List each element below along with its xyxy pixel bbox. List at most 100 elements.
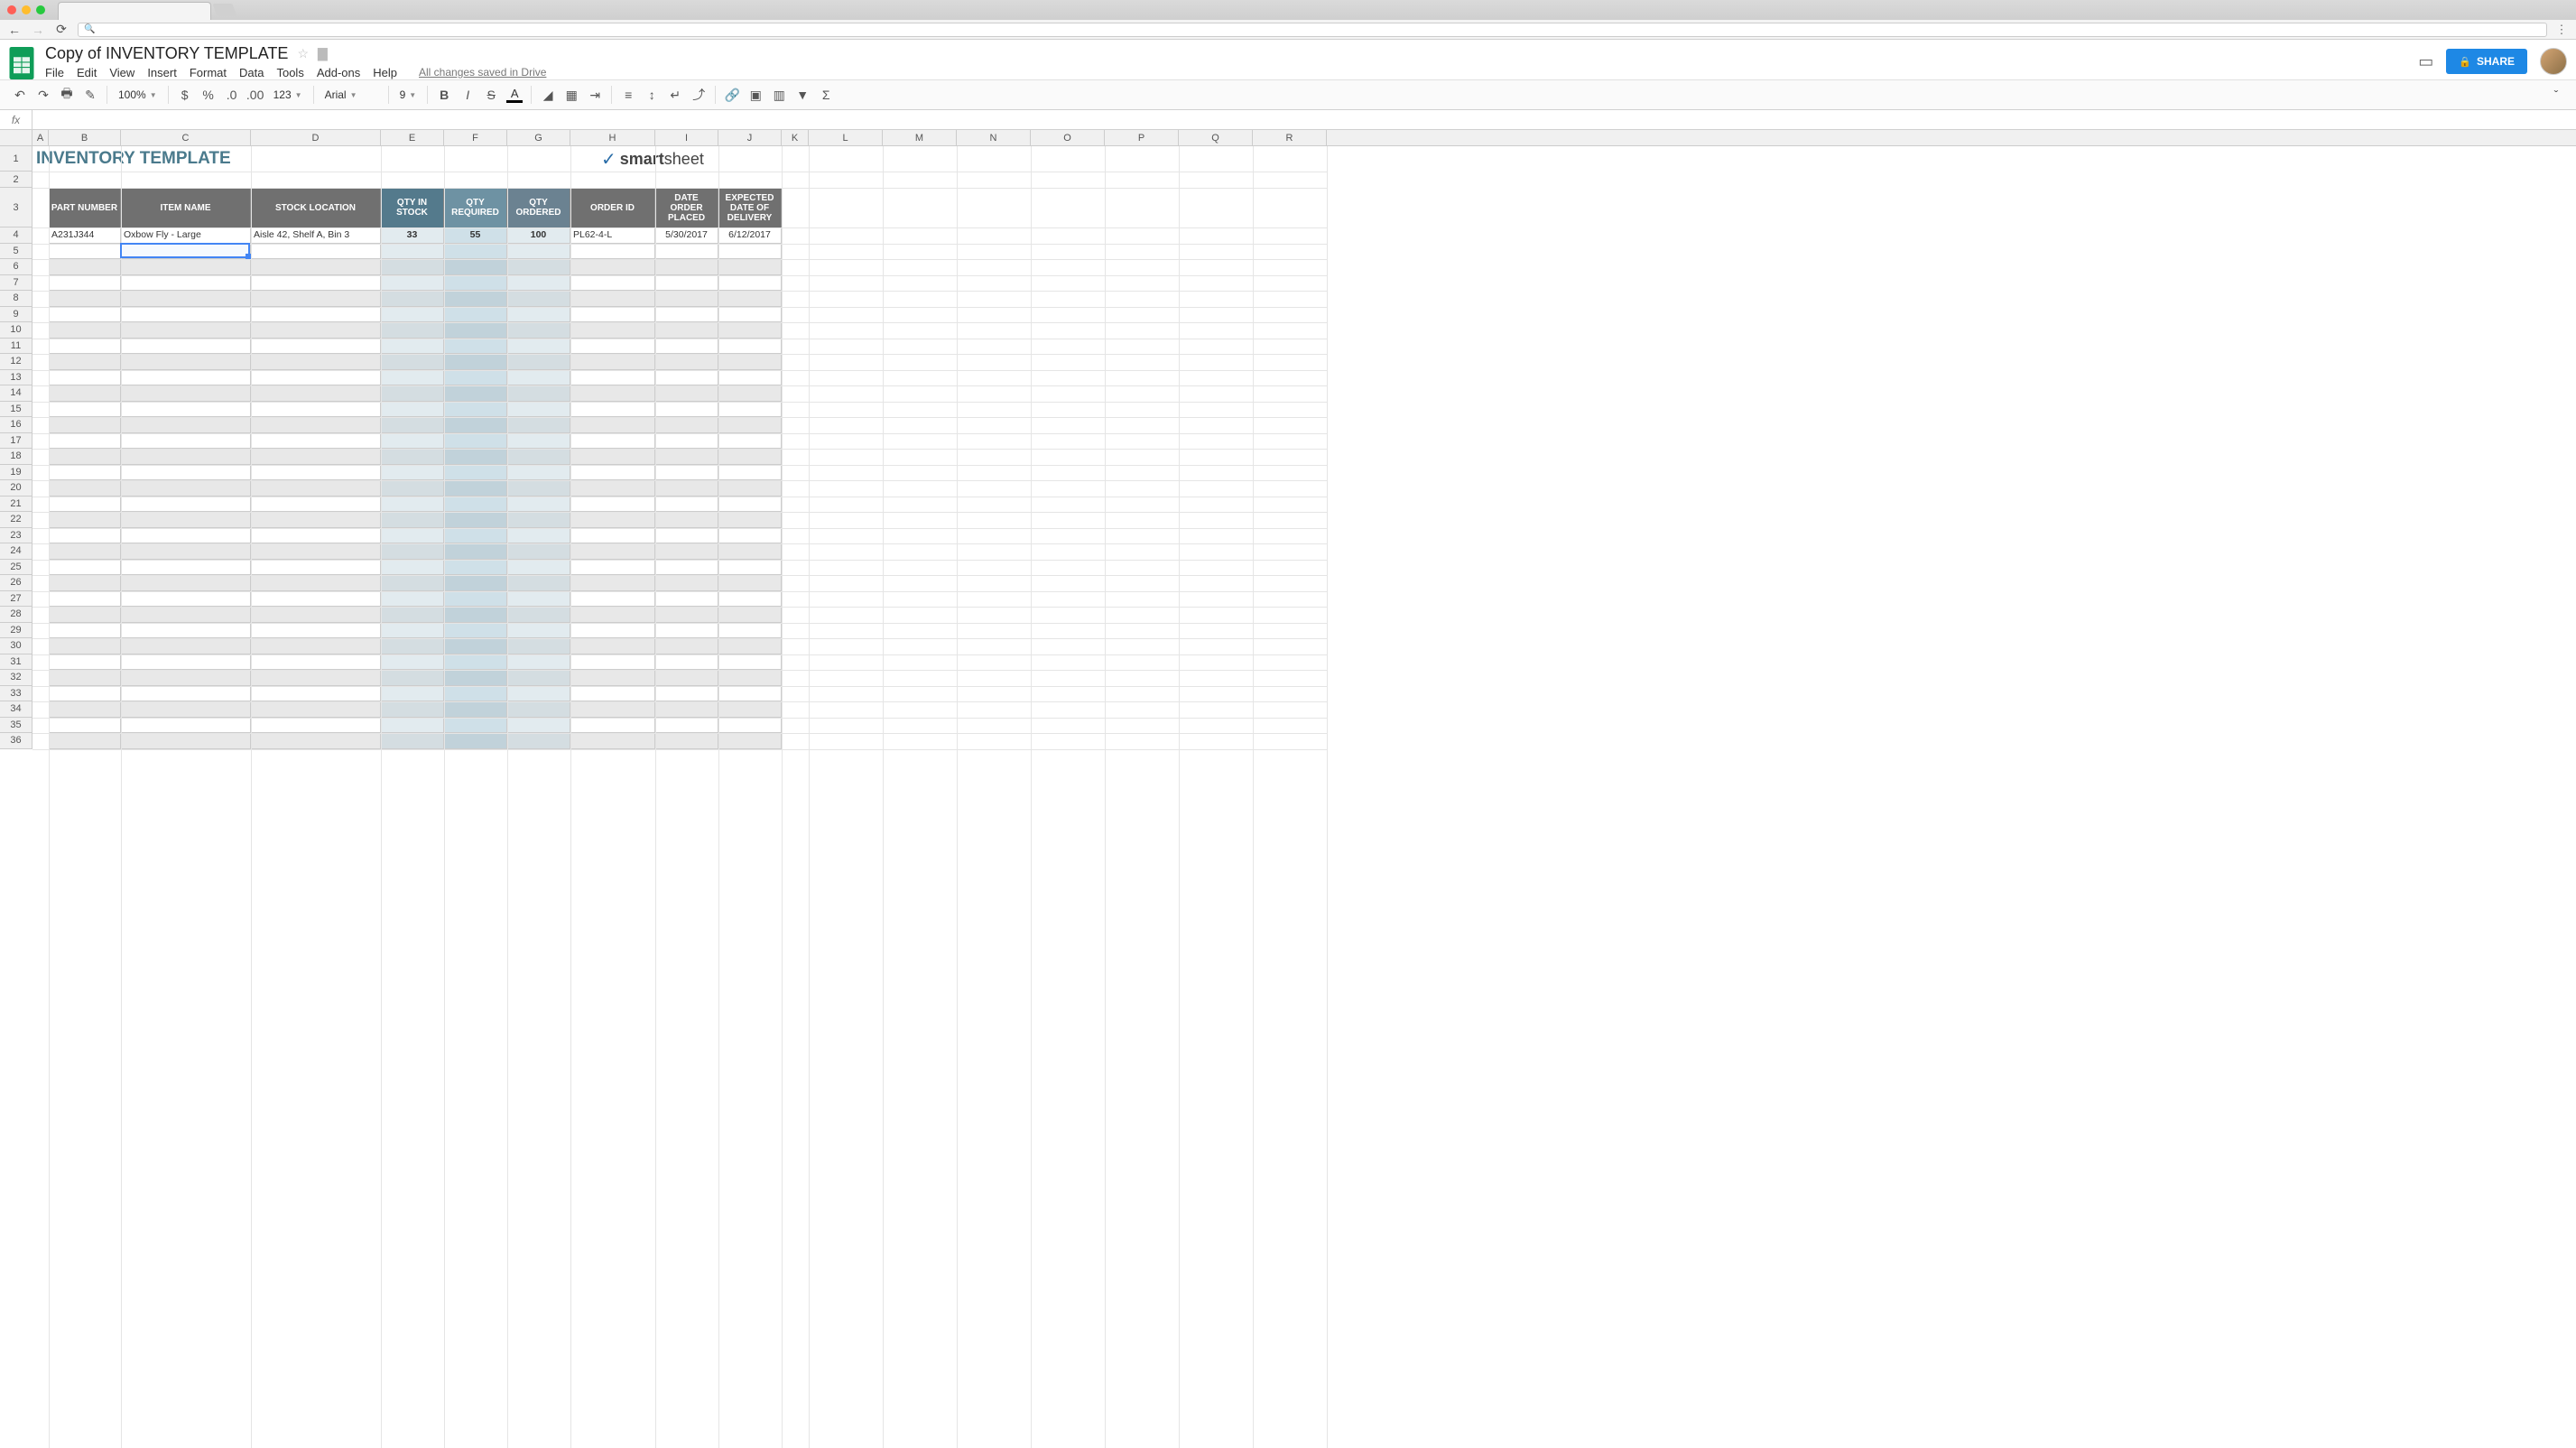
cell[interactable] xyxy=(718,623,782,639)
col-header-E[interactable]: E xyxy=(381,130,444,145)
cell[interactable] xyxy=(444,575,507,591)
decimal-decrease-icon[interactable]: .0 xyxy=(221,84,243,106)
cell[interactable] xyxy=(570,259,655,275)
cell[interactable] xyxy=(507,591,570,608)
menu-view[interactable]: View xyxy=(109,66,134,79)
select-all-corner[interactable] xyxy=(0,130,32,146)
cell[interactable] xyxy=(49,543,121,560)
cell[interactable] xyxy=(444,623,507,639)
cell[interactable] xyxy=(251,560,381,576)
cell[interactable] xyxy=(251,433,381,450)
cell[interactable] xyxy=(570,607,655,623)
cell[interactable] xyxy=(570,244,655,260)
cell[interactable] xyxy=(507,670,570,686)
cell[interactable] xyxy=(507,307,570,323)
menu-insert[interactable]: Insert xyxy=(147,66,177,79)
cell[interactable] xyxy=(121,259,251,275)
font-dropdown[interactable]: Arial▼ xyxy=(320,84,383,106)
paint-format-icon[interactable]: ✎ xyxy=(79,84,101,106)
cell[interactable] xyxy=(718,275,782,292)
cell[interactable] xyxy=(507,259,570,275)
cell[interactable] xyxy=(718,607,782,623)
cell[interactable] xyxy=(655,433,718,450)
cell[interactable] xyxy=(49,528,121,544)
cell[interactable] xyxy=(718,291,782,307)
cell[interactable] xyxy=(507,686,570,702)
cell[interactable] xyxy=(444,543,507,560)
col-header-N[interactable]: N xyxy=(957,130,1031,145)
cell[interactable] xyxy=(49,591,121,608)
row-header-16[interactable]: 16 xyxy=(0,417,32,433)
cell[interactable] xyxy=(718,718,782,734)
cell[interactable] xyxy=(718,638,782,654)
cell[interactable] xyxy=(507,623,570,639)
cell[interactable] xyxy=(381,291,444,307)
cell[interactable] xyxy=(507,385,570,402)
cell[interactable] xyxy=(570,417,655,433)
cell[interactable] xyxy=(121,449,251,465)
cell[interactable] xyxy=(718,575,782,591)
cell[interactable] xyxy=(444,339,507,355)
col-header-I[interactable]: I xyxy=(655,130,718,145)
cell[interactable] xyxy=(444,591,507,608)
doc-title[interactable]: Copy of INVENTORY TEMPLATE xyxy=(45,44,288,63)
row-header-28[interactable]: 28 xyxy=(0,607,32,623)
row-header-27[interactable]: 27 xyxy=(0,591,32,608)
cell[interactable] xyxy=(381,307,444,323)
menu-format[interactable]: Format xyxy=(190,66,227,79)
cell[interactable] xyxy=(655,733,718,749)
cell[interactable]: Aisle 42, Shelf A, Bin 3 xyxy=(251,227,381,244)
cell[interactable] xyxy=(381,575,444,591)
cell[interactable] xyxy=(49,259,121,275)
cell[interactable] xyxy=(381,623,444,639)
cell[interactable] xyxy=(507,433,570,450)
cell[interactable] xyxy=(251,354,381,370)
cell[interactable] xyxy=(251,670,381,686)
cell[interactable] xyxy=(570,402,655,418)
cell[interactable] xyxy=(507,607,570,623)
folder-icon[interactable]: ▇ xyxy=(318,46,328,61)
cell[interactable] xyxy=(570,623,655,639)
cell[interactable] xyxy=(121,417,251,433)
cell[interactable] xyxy=(655,670,718,686)
functions-icon[interactable]: Σ xyxy=(815,84,837,106)
cell[interactable] xyxy=(121,307,251,323)
cell[interactable] xyxy=(381,449,444,465)
cell[interactable] xyxy=(49,244,121,260)
row-header-8[interactable]: 8 xyxy=(0,291,32,307)
cell[interactable] xyxy=(655,575,718,591)
cell[interactable] xyxy=(507,654,570,671)
nav-reload-icon[interactable]: ⟳ xyxy=(54,23,69,37)
cell[interactable] xyxy=(570,275,655,292)
collapse-toolbar-icon[interactable]: ˇ xyxy=(2545,84,2567,106)
cell[interactable] xyxy=(718,560,782,576)
cells[interactable]: INVENTORY TEMPLATE ✓ smartsheet PART NUM… xyxy=(32,146,2576,1448)
cell[interactable] xyxy=(121,480,251,497)
row-header-6[interactable]: 6 xyxy=(0,259,32,275)
cell[interactable] xyxy=(251,480,381,497)
cell[interactable] xyxy=(381,339,444,355)
cell[interactable] xyxy=(251,733,381,749)
cell[interactable] xyxy=(507,718,570,734)
row-header-1[interactable]: 1 xyxy=(0,146,32,172)
sheet-area[interactable]: ABCDEFGHIJKLMNOPQR 123456789101112131415… xyxy=(0,130,2576,1448)
col-header-O[interactable]: O xyxy=(1031,130,1105,145)
cell[interactable] xyxy=(49,291,121,307)
cell[interactable] xyxy=(121,370,251,386)
cell[interactable] xyxy=(121,686,251,702)
cell[interactable] xyxy=(381,638,444,654)
cell[interactable] xyxy=(49,402,121,418)
cell[interactable] xyxy=(507,512,570,528)
cell[interactable] xyxy=(251,402,381,418)
cell[interactable] xyxy=(570,686,655,702)
format-percent-icon[interactable]: % xyxy=(198,84,219,106)
row-header-22[interactable]: 22 xyxy=(0,512,32,528)
col-header-M[interactable]: M xyxy=(883,130,957,145)
cell[interactable] xyxy=(121,670,251,686)
cell[interactable] xyxy=(655,543,718,560)
cell[interactable] xyxy=(49,512,121,528)
cell[interactable] xyxy=(570,480,655,497)
cell[interactable] xyxy=(570,733,655,749)
cell[interactable] xyxy=(570,543,655,560)
browser-tab[interactable] xyxy=(58,2,211,20)
